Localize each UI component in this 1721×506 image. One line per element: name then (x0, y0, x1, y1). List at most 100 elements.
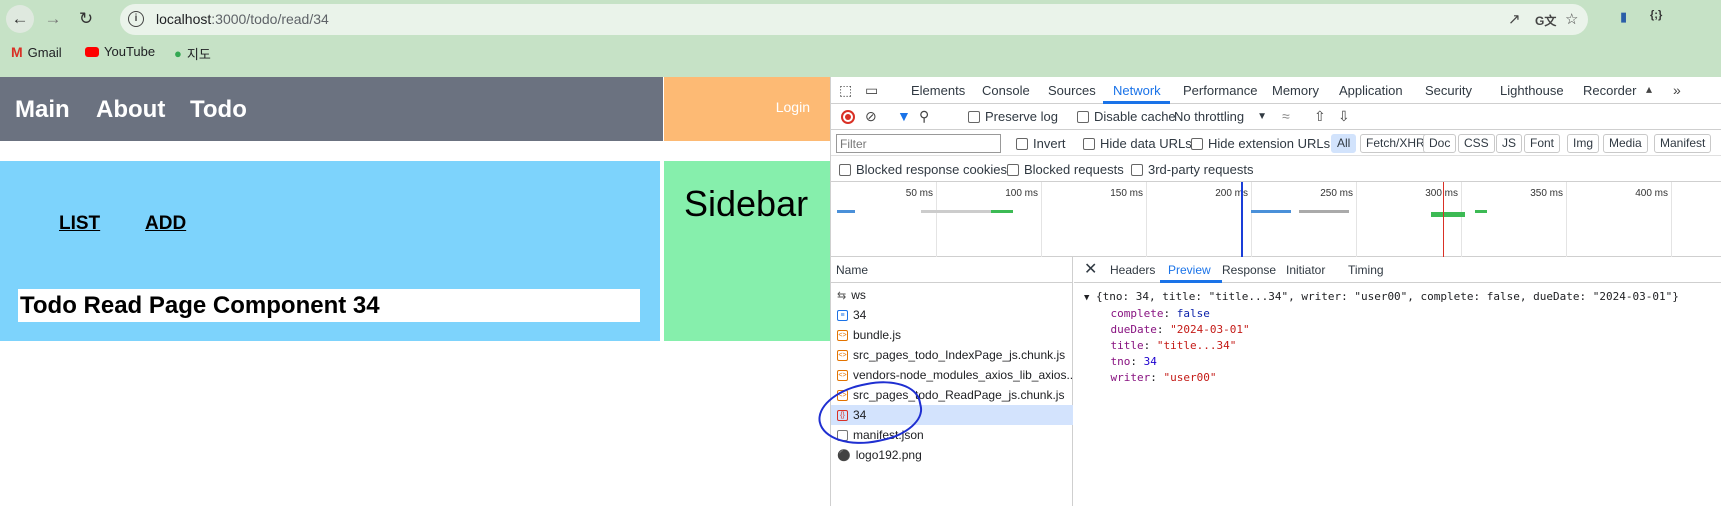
request-row[interactable]: ≡ 34 (831, 305, 1073, 325)
json-preview[interactable]: ▼ {tno: 34, title: "title...34", writer:… (1084, 289, 1679, 386)
timeline-gridline (1356, 182, 1357, 257)
checkbox-box[interactable] (1191, 137, 1203, 150)
dropdown-arrow-icon: ▼ (1257, 111, 1267, 122)
add-link[interactable]: ADD (145, 213, 186, 235)
request-row[interactable]: ⇆ ws (831, 285, 1073, 305)
bookmark-gmail[interactable]: M Gmail (11, 44, 62, 60)
tab-performance[interactable]: Performance (1183, 83, 1257, 98)
dom-content-loaded-marker (1241, 182, 1243, 257)
timeline-gridline (1461, 182, 1462, 257)
extension-icon[interactable]: ▮ (1620, 9, 1627, 25)
nav-about[interactable]: About (96, 96, 165, 124)
list-link[interactable]: LIST (59, 213, 100, 235)
filter-icon[interactable]: ▼ (897, 108, 911, 124)
throttling-select[interactable]: No throttling ▼ (1174, 109, 1267, 124)
tab-elements[interactable]: Elements (911, 83, 965, 98)
filter-chip-js[interactable]: JS (1496, 134, 1523, 153)
tab-initiator[interactable]: Initiator (1286, 263, 1325, 277)
tab-sources[interactable]: Sources (1048, 83, 1096, 98)
hide-extension-urls-checkbox[interactable]: Hide extension URLs (1191, 136, 1330, 151)
detail-tabs: ✕ Headers Preview Response Initiator Tim… (1074, 257, 1721, 283)
blocked-response-cookies-checkbox[interactable]: Blocked response cookies (839, 162, 1007, 177)
address-bar[interactable]: i localhost:3000/todo/read/34 ↗ G文 ☆ (120, 4, 1588, 35)
timeline-tick-label: 100 ms (1005, 188, 1038, 199)
filter-chip-fetch-xhr[interactable]: Fetch/XHR (1360, 134, 1431, 153)
json-value: "user00" (1163, 371, 1217, 384)
tab-recorder[interactable]: Recorder (1583, 83, 1636, 98)
filter-chip-all[interactable]: All (1331, 134, 1357, 153)
open-in-app-icon[interactable]: ↗ (1508, 10, 1521, 28)
timeline-bar (1251, 210, 1291, 213)
checkbox-box[interactable] (839, 163, 851, 176)
reload-button[interactable]: ↻ (72, 5, 100, 33)
translate-icon[interactable]: G文 (1535, 12, 1556, 29)
search-icon[interactable]: ⚲ (919, 108, 929, 125)
tab-application[interactable]: Application (1339, 83, 1403, 98)
checkbox-box[interactable] (1007, 163, 1019, 176)
checkbox-box[interactable] (1083, 137, 1095, 150)
inspect-element-icon[interactable]: ⬚ (839, 82, 852, 99)
export-har-icon[interactable]: ⇩ (1338, 108, 1350, 125)
invert-checkbox[interactable]: Invert (1016, 136, 1066, 151)
site-info-icon[interactable]: i (128, 11, 144, 27)
hide-data-urls-checkbox[interactable]: Hide data URLs (1083, 136, 1192, 151)
throttling-value: No throttling (1174, 109, 1245, 124)
bookmark-star-icon[interactable]: ☆ (1565, 10, 1578, 28)
timeline-tick-label: 350 ms (1530, 188, 1563, 199)
devtools-tabs: ⬚ ▭ Elements Console Sources Network Per… (831, 77, 1721, 104)
json-key: dueDate (1110, 323, 1157, 336)
nav-todo[interactable]: Todo (190, 96, 247, 124)
url-path: :3000/todo/read/34 (211, 11, 329, 27)
device-toolbar-icon[interactable]: ▭ (865, 82, 878, 99)
checkbox-box[interactable] (1016, 137, 1028, 150)
network-conditions-icon[interactable]: ≈ (1282, 108, 1290, 124)
request-row[interactable]: <> src_pages_todo_IndexPage_js.chunk.js (831, 345, 1073, 365)
filter-chip-font[interactable]: Font (1524, 134, 1561, 153)
login-link[interactable]: Login (776, 99, 810, 115)
login-area: Login (664, 77, 830, 141)
request-row[interactable]: <> bundle.js (831, 325, 1073, 345)
tab-security[interactable]: Security (1425, 83, 1472, 98)
bookmark-youtube[interactable]: YouTube (85, 44, 155, 59)
blocked-requests-checkbox[interactable]: Blocked requests (1007, 162, 1124, 177)
checkbox-box[interactable] (968, 110, 980, 123)
import-har-icon[interactable]: ⇧ (1314, 108, 1326, 125)
third-party-requests-checkbox[interactable]: 3rd-party requests (1131, 162, 1254, 177)
request-name: ws (851, 288, 866, 302)
checkbox-label: Hide extension URLs (1208, 136, 1331, 151)
tab-preview[interactable]: Preview (1168, 263, 1211, 277)
filter-chip-media[interactable]: Media (1603, 134, 1648, 153)
checkbox-box[interactable] (1077, 110, 1089, 123)
forward-button[interactable]: → (39, 5, 67, 33)
request-row[interactable]: ⚫ logo192.png (831, 445, 1073, 465)
tab-lighthouse[interactable]: Lighthouse (1500, 83, 1564, 98)
disable-cache-checkbox[interactable]: Disable cache (1077, 109, 1176, 124)
network-timeline[interactable]: 50 ms 100 ms 150 ms 200 ms 250 ms 300 ms… (831, 182, 1721, 257)
json-fields: complete: false dueDate: "2024-03-01" ti… (1084, 307, 1250, 384)
bookmark-label: 지도 (186, 47, 211, 62)
back-button[interactable]: ← (6, 5, 34, 33)
clear-icon[interactable]: ⊘ (865, 108, 877, 125)
close-detail-icon[interactable]: ✕ (1084, 259, 1097, 279)
tab-timing[interactable]: Timing (1348, 263, 1384, 277)
nav-main[interactable]: Main (15, 96, 70, 124)
tab-console[interactable]: Console (982, 83, 1030, 98)
tab-network[interactable]: Network (1113, 83, 1161, 98)
more-tabs-icon[interactable]: » (1673, 82, 1681, 98)
filter-input[interactable] (836, 134, 1001, 153)
checkbox-box[interactable] (1131, 163, 1143, 176)
filter-chip-css[interactable]: CSS (1458, 134, 1495, 153)
filter-chip-doc[interactable]: Doc (1423, 134, 1457, 153)
tab-memory[interactable]: Memory (1272, 83, 1319, 98)
preserve-log-checkbox[interactable]: Preserve log (968, 109, 1058, 124)
name-column-header[interactable]: Name (831, 257, 1073, 283)
tab-response[interactable]: Response (1222, 263, 1276, 277)
filter-chip-img[interactable]: Img (1567, 134, 1600, 153)
json-extension-icon[interactable]: {;} (1650, 9, 1662, 21)
json-key: writer (1110, 371, 1151, 384)
tab-headers[interactable]: Headers (1110, 263, 1155, 277)
bookmark-maps[interactable]: ● 지도 (174, 44, 211, 63)
filter-chip-manifest[interactable]: Manifest (1654, 134, 1712, 153)
expand-triangle-icon[interactable]: ▼ (1084, 293, 1089, 303)
record-stop-icon[interactable] (841, 110, 855, 124)
